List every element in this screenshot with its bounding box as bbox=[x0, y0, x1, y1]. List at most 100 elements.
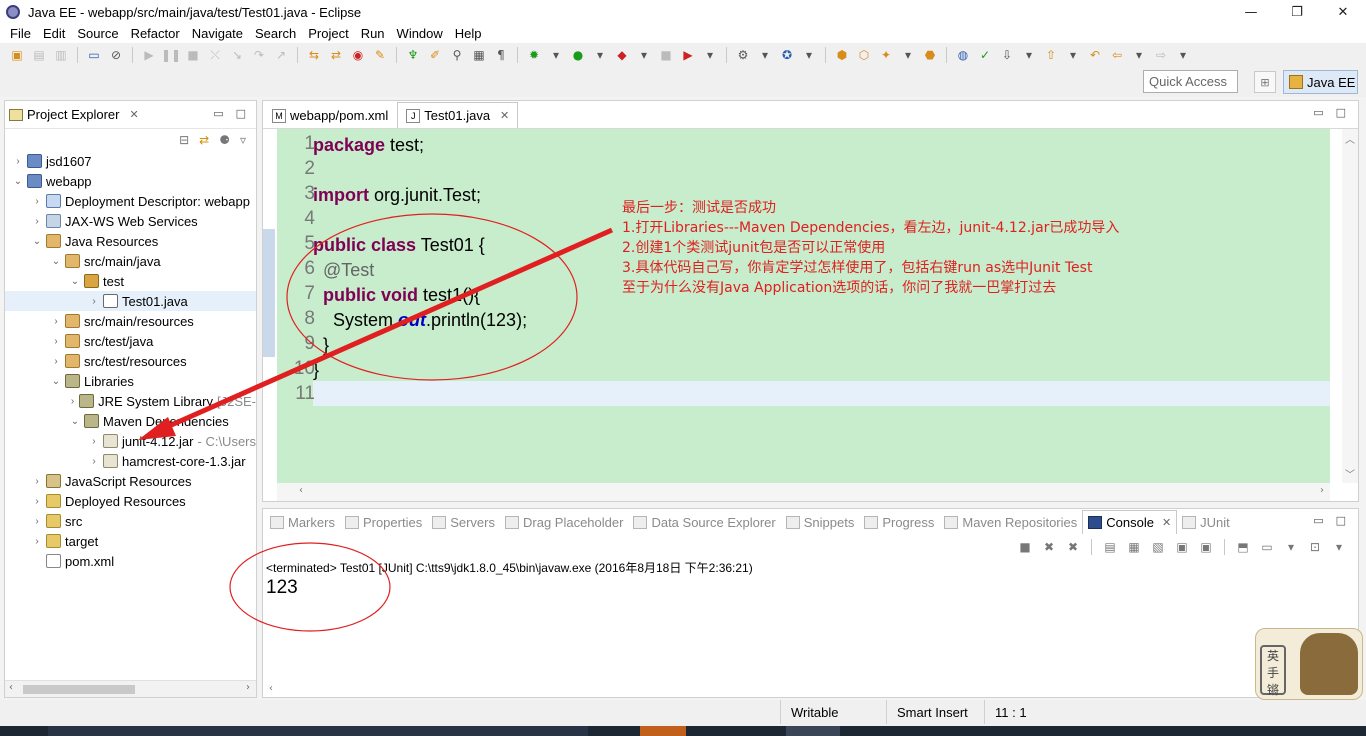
chevron-down-icon[interactable]: ⌄ bbox=[51, 376, 61, 387]
show-whitespace-icon[interactable]: ¶ bbox=[492, 46, 510, 64]
highlight-icon[interactable]: ✐ bbox=[426, 46, 444, 64]
minimize-icon[interactable]: ▭ bbox=[1313, 106, 1323, 119]
terminal-icon[interactable]: ▭ bbox=[85, 46, 103, 64]
menu-search[interactable]: Search bbox=[249, 26, 302, 41]
menu-window[interactable]: Window bbox=[391, 26, 449, 41]
minimize-button[interactable]: — bbox=[1228, 0, 1274, 24]
menu-file[interactable]: File bbox=[4, 26, 37, 41]
console-tab[interactable]: Console ✕ bbox=[1082, 510, 1178, 534]
chevron-right-icon[interactable]: › bbox=[51, 336, 61, 347]
console-tab[interactable]: Markers bbox=[265, 510, 340, 534]
taskbar-item[interactable] bbox=[640, 726, 686, 736]
chevron-down-icon[interactable]: ⌄ bbox=[70, 276, 80, 287]
close-icon[interactable]: ✕ bbox=[500, 109, 509, 122]
chevron-right-icon[interactable]: › bbox=[89, 296, 99, 307]
coverage-icon[interactable]: ◆ bbox=[613, 46, 631, 64]
scroll-right-icon[interactable]: › bbox=[246, 682, 250, 693]
tree-item[interactable]: › Deployed Resources bbox=[5, 491, 256, 511]
new-server-icon[interactable]: ♆ bbox=[404, 46, 422, 64]
next-annotation-icon[interactable]: ⇩ bbox=[998, 46, 1016, 64]
quick-access-input[interactable]: Quick Access bbox=[1143, 70, 1238, 93]
remove-all-terminated-icon[interactable]: ✖ bbox=[1064, 538, 1082, 556]
maximize-button[interactable]: ❐ bbox=[1274, 0, 1320, 24]
debug-dropdown-icon[interactable]: ▾ bbox=[547, 46, 565, 64]
new-icon[interactable]: ▣ bbox=[8, 46, 26, 64]
suspend-icon[interactable]: ❚❚ bbox=[161, 46, 181, 64]
collapse-all-icon[interactable]: ⊟ bbox=[179, 133, 189, 147]
view-menu-icon[interactable]: ▿ bbox=[240, 133, 246, 147]
tree-item[interactable]: › hamcrest-core-1.3.jar bbox=[5, 451, 256, 471]
word-wrap-icon[interactable]: ▧ bbox=[1149, 538, 1167, 556]
open-type-icon[interactable]: ✎ bbox=[371, 46, 389, 64]
close-icon[interactable]: ✕ bbox=[129, 108, 138, 121]
stop-icon[interactable]: ■ bbox=[657, 46, 675, 64]
disconnect-icon[interactable]: ⤬ bbox=[206, 46, 224, 64]
tree-item[interactable]: ⌄ src/main/java bbox=[5, 251, 256, 271]
chevron-right-icon[interactable]: › bbox=[32, 496, 42, 507]
tree-item[interactable]: ⌄ Maven Dependencies bbox=[5, 411, 256, 431]
link-with-editor-icon[interactable]: ⇄ bbox=[199, 133, 209, 147]
globe-icon[interactable]: ◍ bbox=[954, 46, 972, 64]
console-tab[interactable]: JUnit bbox=[1177, 510, 1235, 534]
console-tab[interactable]: Servers bbox=[427, 510, 500, 534]
open-type-hierarchy-icon[interactable]: ⬢ bbox=[833, 46, 851, 64]
external-tools-dropdown-icon[interactable]: ▾ bbox=[701, 46, 719, 64]
prev-annotation-icon[interactable]: ⇧ bbox=[1042, 46, 1060, 64]
prev-annotation-dropdown-icon[interactable]: ▾ bbox=[1064, 46, 1082, 64]
scroll-left-icon[interactable]: ‹ bbox=[269, 683, 273, 694]
tree-item[interactable]: ⌄ webapp bbox=[5, 171, 256, 191]
chevron-down-icon[interactable]: ⌄ bbox=[51, 256, 61, 267]
terminate-icon[interactable]: ■ bbox=[1016, 538, 1034, 556]
external-tools-icon[interactable]: ▶ bbox=[679, 46, 697, 64]
new-package-dropdown-icon[interactable]: ▾ bbox=[756, 46, 774, 64]
maximize-icon[interactable]: □ bbox=[1336, 514, 1346, 527]
maximize-icon[interactable]: □ bbox=[1336, 106, 1346, 119]
filter-icon[interactable]: ⚈ bbox=[219, 133, 230, 147]
vertical-scrollbar[interactable]: ︿ ﹀ bbox=[1342, 129, 1358, 483]
scroll-right-icon[interactable]: › bbox=[1320, 485, 1324, 496]
tree-item[interactable]: › src/test/java bbox=[5, 331, 256, 351]
new-class-icon[interactable]: ✪ bbox=[778, 46, 796, 64]
next-annotation-dropdown-icon[interactable]: ▾ bbox=[1020, 46, 1038, 64]
tree-item[interactable]: › JRE System Library [J2SE- bbox=[5, 391, 256, 411]
last-edit-icon[interactable]: ↶ bbox=[1086, 46, 1104, 64]
save-all-icon[interactable]: ▥ bbox=[52, 46, 70, 64]
back-dropdown-icon[interactable]: ▾ bbox=[1130, 46, 1148, 64]
resume-icon[interactable]: ▶ bbox=[140, 46, 158, 64]
chevron-right-icon[interactable]: › bbox=[13, 156, 23, 167]
chevron-right-icon[interactable]: › bbox=[32, 536, 42, 547]
tree-item[interactable]: › Test01.java bbox=[5, 291, 256, 311]
display-console-dropdown-icon[interactable]: ▾ bbox=[1282, 538, 1300, 556]
tree-item[interactable]: › jsd1607 bbox=[5, 151, 256, 171]
chevron-down-icon[interactable]: ⌄ bbox=[13, 176, 23, 187]
open-console-dropdown-icon[interactable]: ▾ bbox=[1330, 538, 1348, 556]
menu-help[interactable]: Help bbox=[449, 26, 488, 41]
close-button[interactable]: ✕ bbox=[1320, 0, 1366, 24]
editor-tab[interactable]: Mwebapp/pom.xml bbox=[263, 102, 397, 128]
browser-icon[interactable]: ◉ bbox=[349, 46, 367, 64]
console-tab[interactable]: Drag Placeholder bbox=[500, 510, 628, 534]
forward-dropdown-icon[interactable]: ▾ bbox=[1174, 46, 1192, 64]
console-tab[interactable]: Progress bbox=[859, 510, 939, 534]
project-explorer-tab[interactable]: Project Explorer ✕ bbox=[5, 107, 139, 122]
open-perspective-icon[interactable]: ⊞ bbox=[1254, 71, 1276, 93]
open-console-icon[interactable]: ⊡ bbox=[1306, 538, 1324, 556]
tree-item[interactable]: › JAX-WS Web Services bbox=[5, 211, 256, 231]
tree-item[interactable]: › junit-4.12.jar - C:\Users bbox=[5, 431, 256, 451]
console-tab[interactable]: Properties bbox=[340, 510, 427, 534]
pin-icon[interactable]: ⚲ bbox=[448, 46, 466, 64]
back-icon[interactable]: ⇦ bbox=[1108, 46, 1126, 64]
new-java-project-icon[interactable]: ⚙ bbox=[734, 46, 752, 64]
chevron-right-icon[interactable]: › bbox=[89, 456, 99, 467]
close-icon[interactable]: ✕ bbox=[1162, 516, 1171, 529]
scroll-left-icon[interactable]: ‹ bbox=[299, 485, 303, 496]
chevron-down-icon[interactable]: ⌄ bbox=[70, 416, 80, 427]
scroll-up-icon[interactable]: ︿ bbox=[1345, 131, 1355, 146]
chevron-right-icon[interactable]: › bbox=[89, 436, 99, 447]
show-console-stdout-icon[interactable]: ▣ bbox=[1173, 538, 1191, 556]
run-icon[interactable]: ● bbox=[569, 46, 587, 64]
menu-source[interactable]: Source bbox=[71, 26, 124, 41]
console-horizontal-scrollbar[interactable]: ‹ bbox=[263, 683, 1358, 697]
maximize-icon[interactable]: □ bbox=[236, 107, 246, 120]
chevron-right-icon[interactable]: › bbox=[51, 356, 61, 367]
